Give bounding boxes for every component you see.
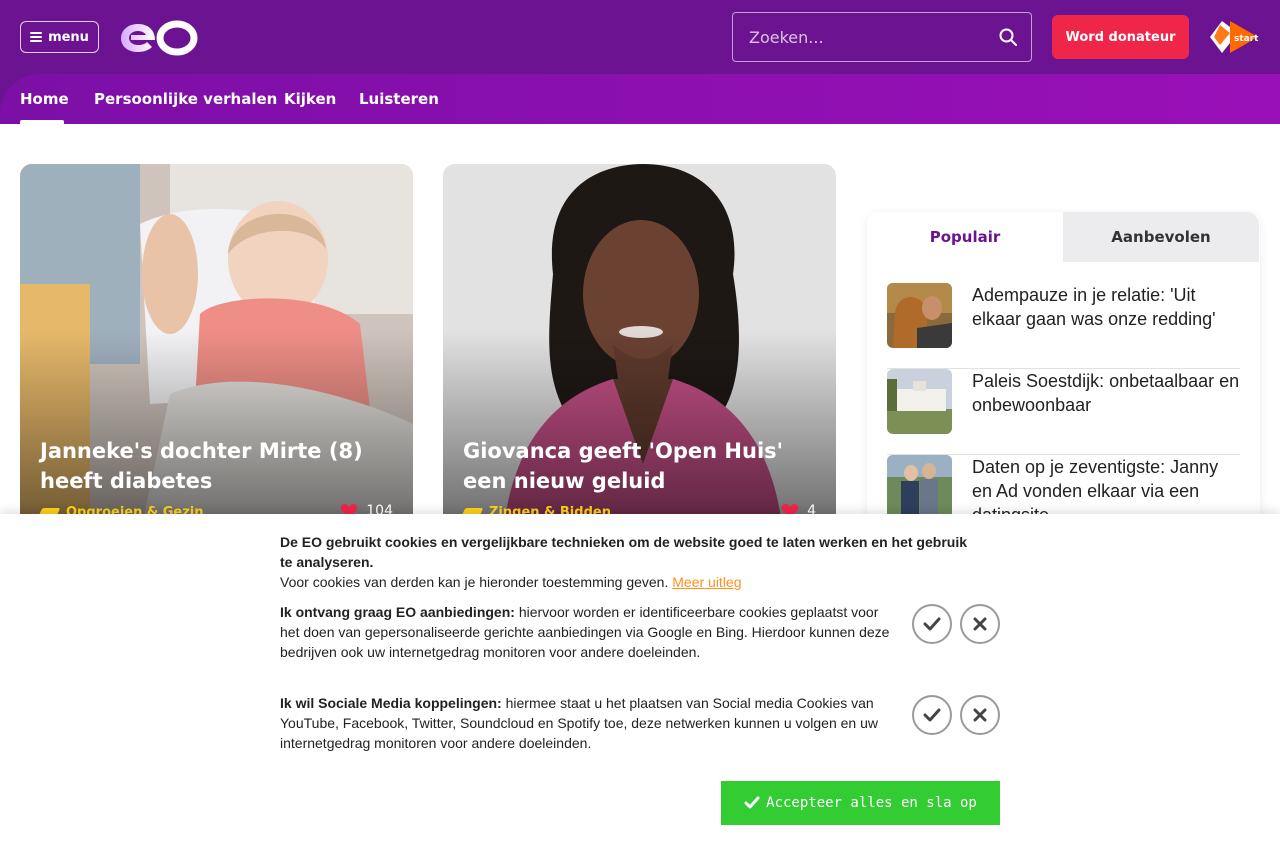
list-item-title: Paleis Soestdijk: onbetaalbaar en onbewo… (972, 371, 1240, 415)
nav-item-kijken[interactable]: Kijken (284, 90, 336, 108)
article-card[interactable]: Giovanca geeft 'Open Huis' een nieuw gel… (443, 164, 836, 534)
list-item[interactable]: Adempauze in je relatie: 'Uit elkaar gaa… (887, 283, 1240, 369)
list-item[interactable]: Paleis Soestdijk: onbetaalbaar en onbewo… (887, 369, 1240, 455)
offers-accept-button[interactable] (912, 604, 952, 644)
active-nav-indicator (20, 120, 64, 124)
offers-decline-button[interactable] (960, 604, 1000, 644)
menu-button[interactable]: menu (20, 21, 99, 53)
tab-aanbevolen[interactable]: Aanbevolen (1063, 212, 1259, 262)
search-input[interactable] (749, 27, 979, 47)
list-item-title: Adempauze in je relatie: 'Uit elkaar gaa… (972, 285, 1216, 329)
cookie-option-offers: Ik ontvang graag EO aanbiedingen: hiervo… (280, 602, 892, 662)
eo-logo[interactable] (119, 20, 199, 56)
nav-item-luisteren[interactable]: Luisteren (359, 90, 439, 108)
npo-label: start (1234, 34, 1259, 44)
cookie-intro-text: Voor cookies van derden kan je hieronder… (280, 574, 669, 590)
tab-populair[interactable]: Populair (867, 212, 1063, 262)
check-icon (744, 796, 760, 809)
offers-heading: Ik ontvang graag EO aanbiedingen: (280, 604, 515, 620)
top-bar: menu Word donateur start (0, 0, 1280, 74)
check-icon (923, 708, 941, 722)
menu-label: menu (48, 29, 89, 45)
social-accept-button[interactable] (912, 695, 952, 735)
accept-all-label: Accepteer alles en sla op (766, 795, 977, 811)
search-box[interactable] (732, 12, 1032, 62)
social-heading: Ik wil Sociale Media koppelingen: (280, 695, 502, 711)
nav-item-home[interactable]: Home (20, 90, 69, 108)
close-icon (973, 708, 987, 722)
accept-all-button[interactable]: Accepteer alles en sla op (721, 781, 1000, 825)
social-decline-button[interactable] (960, 695, 1000, 735)
more-info-link[interactable]: Meer uitleg (672, 574, 741, 590)
cookie-option-social: Ik wil Sociale Media koppelingen: hierme… (280, 693, 892, 753)
npo-start-logo[interactable]: start (1208, 19, 1260, 55)
donate-button[interactable]: Word donateur (1052, 15, 1189, 59)
close-icon (973, 617, 987, 631)
cookie-intro: De EO gebruikt cookies en vergelijkbare … (280, 532, 980, 592)
thumb-image-elderly-couple (887, 455, 952, 520)
main-nav: Home Persoonlijke verhalen Kijken Luiste… (0, 74, 1280, 124)
nav-item-persoonlijke-verhalen[interactable]: Persoonlijke verhalen (94, 90, 277, 108)
thumb-image-palace (887, 369, 952, 434)
check-icon (923, 617, 941, 631)
cookie-intro-heading: De EO gebruikt cookies en vergelijkbare … (280, 534, 967, 570)
article-card[interactable]: Janneke's dochter Mirte (8) heeft diabet… (20, 164, 413, 534)
card-title[interactable]: Janneke's dochter Mirte (8) heeft diabet… (40, 436, 400, 496)
thumb-image-couple (887, 283, 952, 348)
donate-label: Word donateur (1065, 29, 1176, 45)
search-icon[interactable] (999, 28, 1017, 46)
menu-icon (30, 32, 43, 42)
cookie-banner: De EO gebruikt cookies en vergelijkbare … (0, 514, 1280, 845)
card-title[interactable]: Giovanca geeft 'Open Huis' een nieuw gel… (463, 436, 823, 496)
